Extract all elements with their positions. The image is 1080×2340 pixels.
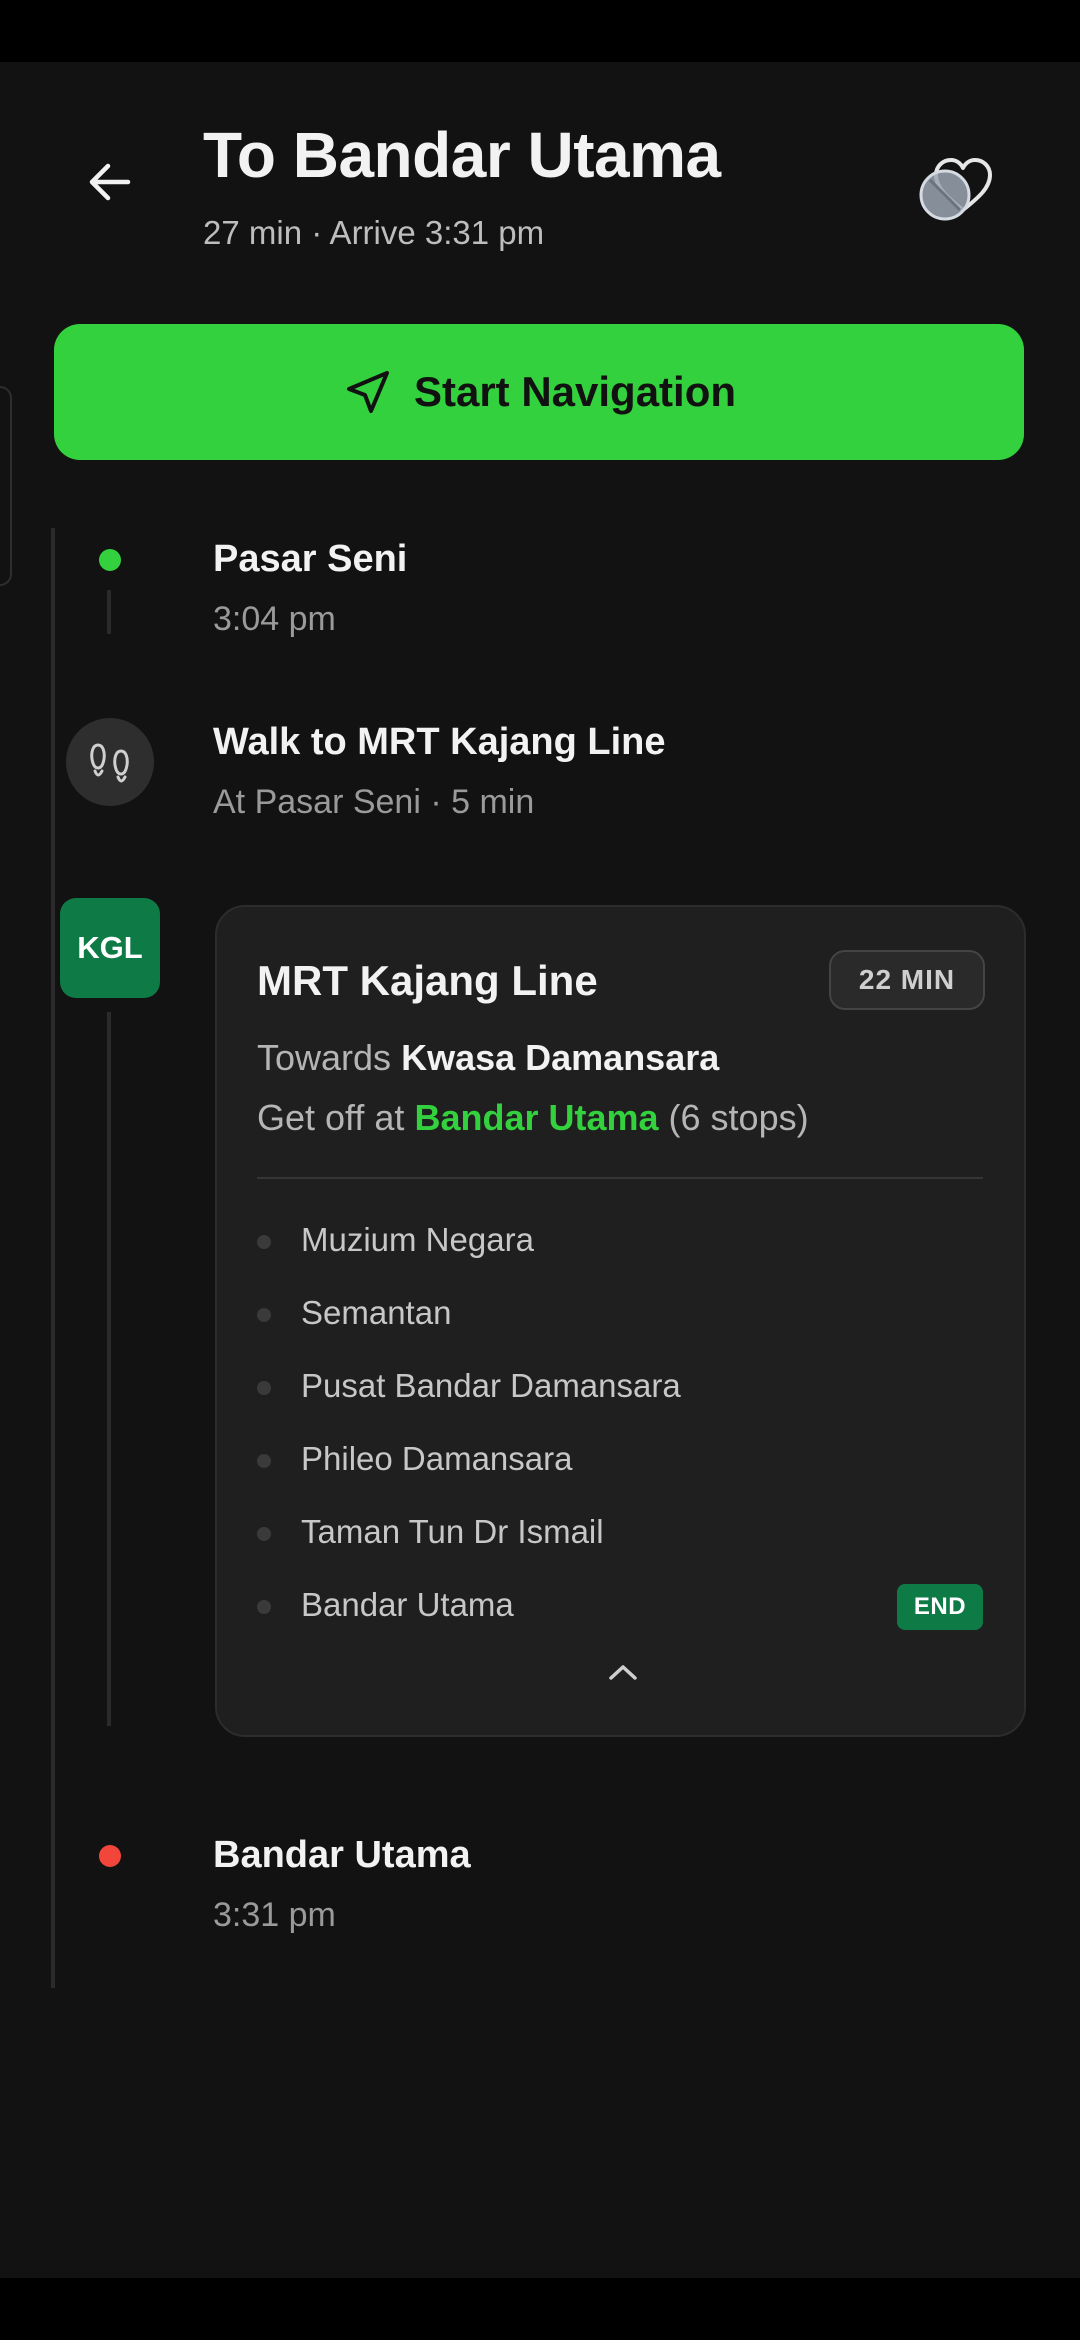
transit-alight-info: Get off at Bandar Utama (6 stops)	[257, 1097, 809, 1139]
side-panel-edge[interactable]	[0, 386, 12, 586]
arrow-left-icon	[89, 163, 131, 201]
footsteps-icon	[90, 743, 129, 783]
destination-dot	[99, 1845, 121, 1867]
transit-direction: Towards Kwasa Damansara	[257, 1037, 719, 1079]
timeline-track	[51, 528, 55, 1988]
towards-station: Kwasa Damansara	[401, 1037, 720, 1078]
origin-stop-name: Pasar Seni	[213, 538, 408, 580]
intermediate-stop: Muzium Negara	[257, 1217, 983, 1267]
heart-icon	[919, 158, 992, 221]
transit-line-connector	[107, 1012, 111, 1726]
stop-name: Muzium Negara	[301, 1221, 534, 1258]
start-navigation-label: Start Navigation	[413, 368, 737, 415]
towards-prefix: Towards	[257, 1037, 392, 1078]
intermediate-stop: Phileo Damansara	[257, 1436, 983, 1486]
origin-departure-time: 3:04 pm	[213, 600, 336, 638]
walk-step-icon-wrap	[66, 718, 154, 806]
final-stop: Bandar Utama END	[257, 1582, 983, 1632]
start-navigation-button[interactable]: Start Navigation	[54, 324, 1024, 460]
card-divider	[257, 1177, 983, 1179]
transit-leg-card[interactable]: MRT Kajang Line 22 MIN Towards Kwasa Dam…	[215, 905, 1026, 1737]
end-badge: END	[897, 1584, 983, 1630]
stop-dot	[257, 1454, 271, 1468]
destination-stop-name: Bandar Utama	[213, 1834, 471, 1876]
intermediate-stop: Pusat Bandar Damansara	[257, 1363, 983, 1413]
back-button[interactable]	[80, 152, 140, 212]
stop-dot	[257, 1600, 271, 1614]
status-bar	[0, 0, 1080, 62]
destination-arrival-time: 3:31 pm	[213, 1896, 336, 1934]
page-title: To Bandar Utama	[203, 119, 721, 191]
intermediate-stop: Taman Tun Dr Ismail	[257, 1509, 983, 1559]
stop-count: (6 stops)	[668, 1097, 809, 1138]
system-navigation-bar	[0, 2278, 1080, 2340]
stop-name: Phileo Damansara	[301, 1440, 573, 1477]
line-badge-kgl: KGL	[60, 898, 160, 998]
stop-name: Semantan	[301, 1294, 452, 1331]
stop-name: Bandar Utama	[301, 1586, 514, 1623]
navigation-arrow-icon	[346, 371, 389, 413]
collapse-stops-button[interactable]	[600, 1652, 646, 1692]
intermediate-stop: Semantan	[257, 1290, 983, 1340]
stop-name: Pusat Bandar Damansara	[301, 1367, 681, 1404]
trip-summary: 27 min · Arrive 3:31 pm	[203, 214, 545, 251]
walk-step-title: Walk to MRT Kajang Line	[213, 721, 666, 763]
chevron-up-icon	[609, 1665, 637, 1680]
stop-dot	[257, 1381, 271, 1395]
favorite-button[interactable]	[910, 150, 1010, 230]
transit-duration-badge: 22 MIN	[829, 950, 985, 1010]
origin-dot	[99, 549, 121, 571]
walk-step-detail: At Pasar Seni · 5 min	[213, 783, 535, 821]
stop-dot	[257, 1527, 271, 1541]
stop-name: Taman Tun Dr Ismail	[301, 1513, 604, 1550]
origin-connector	[107, 590, 111, 634]
getoff-station: Bandar Utama	[414, 1097, 659, 1138]
stop-dot	[257, 1235, 271, 1249]
stop-dot	[257, 1308, 271, 1322]
getoff-prefix: Get off at	[257, 1097, 405, 1138]
transit-line-name: MRT Kajang Line	[257, 957, 598, 1004]
